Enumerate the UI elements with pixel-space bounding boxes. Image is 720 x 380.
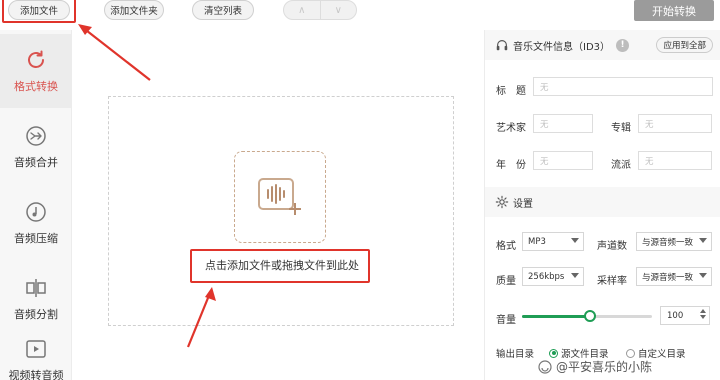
stepper-arrows[interactable] (700, 309, 706, 319)
highlight-box (2, 0, 76, 23)
format-select[interactable]: MP3 (522, 232, 584, 251)
add-file-box[interactable] (234, 151, 326, 243)
quality-select[interactable]: 256kbps (522, 267, 584, 286)
chevron-up-icon[interactable] (700, 309, 706, 313)
samplerate-value: 与源音频一致 (642, 272, 694, 283)
add-folder-button[interactable]: 添加文件夹 (104, 0, 164, 20)
volume-slider-thumb[interactable] (583, 310, 596, 322)
highlight-box (190, 249, 370, 283)
apply-all-button[interactable]: 应用到全部 (656, 37, 713, 53)
channel-value: 与源音频一致 (642, 237, 694, 248)
clear-list-button[interactable]: 清空列表 (192, 0, 254, 20)
start-convert-button[interactable]: 开始转换 (634, 0, 714, 21)
samplerate-label: 采样率 (597, 276, 627, 287)
samplerate-select[interactable]: 与源音频一致 (636, 267, 712, 286)
move-down-icon[interactable]: ∨ (321, 1, 357, 19)
quality-value: 256kbps (528, 271, 565, 282)
volume-slider-fill (522, 315, 590, 318)
format-label: 格式 (496, 241, 516, 252)
year-label: 年 份 (496, 160, 526, 171)
chevron-down-icon (571, 273, 579, 278)
move-buttons: ∧ ∨ (283, 0, 357, 20)
title-label: 标 题 (496, 86, 526, 97)
toolbar: 添加文件 添加文件夹 清空列表 ∧ ∨ 开始转换 (0, 0, 720, 30)
id3-header-title: 音乐文件信息（ID3） (513, 41, 611, 53)
genre-label: 流派 (611, 160, 631, 171)
year-field[interactable]: 无 (533, 151, 593, 170)
split-icon (26, 279, 46, 297)
sidebar-item-audio-split[interactable]: 音频分割 (0, 262, 72, 336)
chevron-down-icon (699, 238, 707, 243)
settings-header: 设置 (485, 187, 720, 217)
sidebar-item-label: 视频转音频 (8, 369, 64, 380)
sidebar-item-audio-compress[interactable]: 音频压缩 (0, 186, 72, 260)
sidebar-item-label: 音频合并 (14, 156, 58, 169)
info-icon[interactable]: ! (616, 38, 630, 52)
headphones-icon (496, 40, 508, 51)
sidebar-item-label: 音频压缩 (14, 232, 58, 245)
channel-select[interactable]: 与源音频一致 (636, 232, 712, 251)
volume-slider[interactable] (522, 310, 652, 322)
volume-value: 100 (667, 310, 684, 321)
sidebar-item-video-to-audio[interactable]: 视频转音频 (0, 330, 72, 380)
watermark-text: @平安喜乐的小陈 (556, 360, 653, 374)
volume-label: 音量 (496, 315, 516, 326)
artist-field[interactable]: 无 (533, 114, 593, 133)
album-label: 专辑 (611, 123, 631, 134)
volume-stepper[interactable]: 100 (660, 306, 710, 325)
chevron-down-icon[interactable] (700, 315, 706, 319)
id3-header: 音乐文件信息（ID3） ! 应用到全部 (485, 30, 720, 60)
channel-label: 声道数 (597, 241, 627, 252)
sidebar-item-label: 音频分割 (14, 308, 58, 321)
file-list-area: 点击添加文件或拖拽文件到此处 (72, 30, 484, 380)
sidebar-item-label: 格式转换 (14, 80, 58, 93)
sidebar-item-audio-merge[interactable]: 音频合并 (0, 110, 72, 184)
merge-icon (26, 126, 46, 146)
sidebar-item-format-convert[interactable]: 格式转换 (0, 34, 72, 108)
title-field[interactable]: 无 (533, 77, 713, 96)
gear-icon (495, 195, 509, 209)
radio-dot (549, 348, 558, 358)
move-up-icon[interactable]: ∧ (284, 1, 321, 19)
sidebar: 格式转换 音频合并 音频压缩 音频分割 视频转音频 (0, 30, 72, 380)
artist-label: 艺术家 (496, 123, 526, 134)
quality-label: 质量 (496, 276, 516, 287)
format-value: MP3 (528, 236, 546, 247)
audio-add-icon (258, 178, 301, 215)
compress-icon (26, 202, 46, 222)
radio-dot (626, 348, 635, 358)
watermark: @平安喜乐的小陈 (538, 358, 652, 375)
settings-header-title: 设置 (513, 198, 533, 210)
video-play-icon (26, 340, 46, 358)
album-field[interactable]: 无 (638, 114, 712, 133)
refresh-icon (28, 50, 44, 68)
output-label: 输出目录 (496, 349, 535, 360)
chevron-down-icon (571, 238, 579, 243)
genre-field[interactable]: 无 (638, 151, 712, 170)
chevron-down-icon (699, 273, 707, 278)
watermark-logo-icon (538, 359, 552, 374)
